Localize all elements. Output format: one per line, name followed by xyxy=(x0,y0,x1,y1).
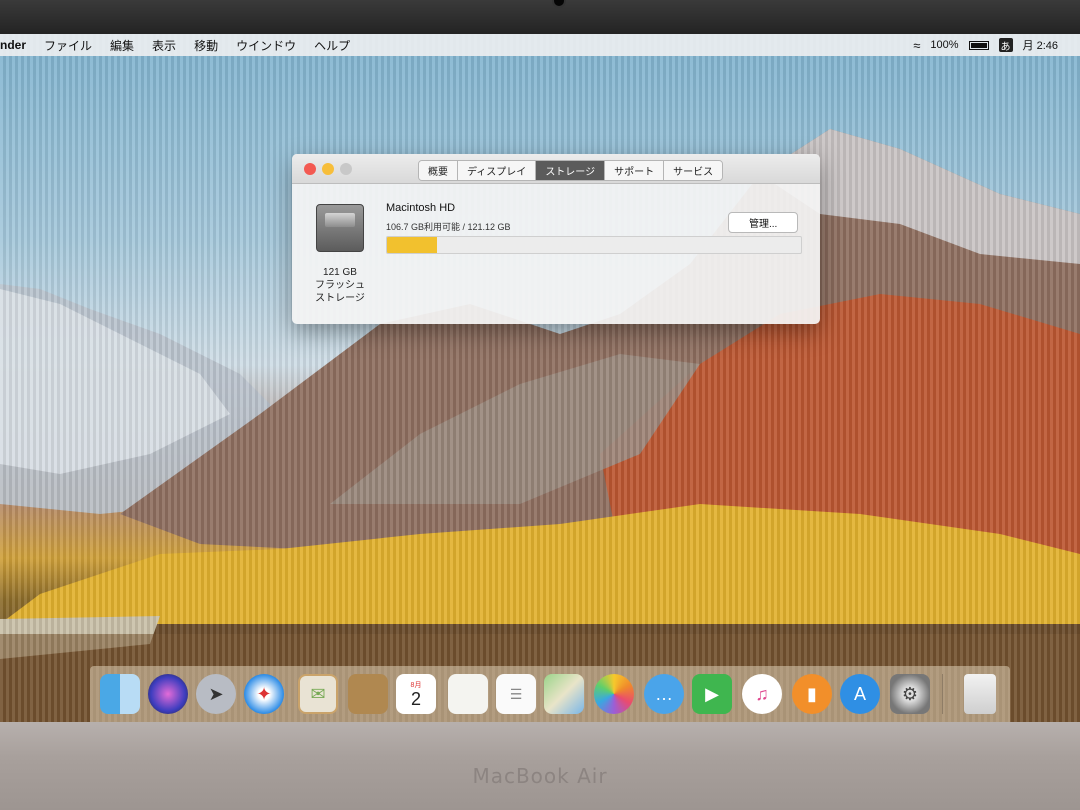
tab-service[interactable]: サービス xyxy=(664,161,723,180)
calendar-day: 2 xyxy=(410,689,421,709)
tab-storage[interactable]: ストレージ xyxy=(536,161,606,180)
maps-icon[interactable] xyxy=(544,674,584,714)
disk-capacity: 121 GB xyxy=(323,267,357,278)
mail-icon[interactable]: ✉ xyxy=(298,674,338,714)
safari-icon[interactable]: ✦ xyxy=(244,674,284,714)
dock: ➤ ✦ ✉ 8月 2 ☰ … ▶ ♫ ▮ A ⚙ xyxy=(90,666,1010,724)
dock-separator xyxy=(942,674,943,714)
disk-caption: 121 GB フラッシュ ストレージ xyxy=(298,266,382,305)
volume-usage: 106.7 GB利用可能 / 121.12 GB xyxy=(386,222,511,232)
menu-extras: ≈ 100% あ 月 2:46 xyxy=(913,37,1080,53)
about-this-mac-window: 概要 ディスプレイ ストレージ サポート サービス 121 GB フラッシュ ス… xyxy=(292,154,820,324)
finder-icon[interactable] xyxy=(100,674,140,714)
menu-view[interactable]: 表示 xyxy=(143,37,185,54)
notes-icon[interactable] xyxy=(448,674,488,714)
laptop-bezel-top xyxy=(0,0,1080,36)
minimize-button[interactable] xyxy=(322,163,334,175)
menu-file[interactable]: ファイル xyxy=(35,37,101,54)
model-label: MacBook Air xyxy=(472,764,608,788)
reminders-icon[interactable]: ☰ xyxy=(496,674,536,714)
window-titlebar[interactable]: 概要 ディスプレイ ストレージ サポート サービス xyxy=(292,154,820,184)
launchpad-icon[interactable]: ➤ xyxy=(196,674,236,714)
messages-icon[interactable]: … xyxy=(644,674,684,714)
facetime-icon[interactable]: ▶ xyxy=(692,674,732,714)
menu-window[interactable]: ウインドウ xyxy=(227,37,305,54)
disk-type-line1: フラッシュ xyxy=(315,280,365,291)
tab-bar: 概要 ディスプレイ ストレージ サポート サービス xyxy=(418,160,724,181)
tab-support[interactable]: サポート xyxy=(605,161,665,180)
zoom-button[interactable] xyxy=(340,163,352,175)
wifi-icon[interactable]: ≈ xyxy=(913,38,920,53)
close-button[interactable] xyxy=(304,163,316,175)
app-store-icon[interactable]: A xyxy=(840,674,880,714)
ibooks-icon[interactable]: ▮ xyxy=(792,674,832,714)
menu-clock[interactable]: 月 2:46 xyxy=(1023,37,1058,53)
storage-usage-bar xyxy=(386,236,802,254)
flash-storage-icon xyxy=(316,204,364,252)
desktop-screen: nder ファイル 編集 表示 移動 ウインドウ ヘルプ ≈ 100% あ 月 … xyxy=(0,34,1080,724)
siri-icon[interactable] xyxy=(148,674,188,714)
itunes-icon[interactable]: ♫ xyxy=(742,674,782,714)
battery-icon[interactable] xyxy=(968,40,989,50)
system-preferences-icon[interactable]: ⚙ xyxy=(890,674,930,714)
menu-go[interactable]: 移動 xyxy=(185,37,227,54)
photos-icon[interactable] xyxy=(594,674,634,714)
input-source-icon[interactable]: あ xyxy=(998,38,1013,53)
calendar-icon[interactable]: 8月 2 xyxy=(396,674,436,714)
menu-bar: nder ファイル 編集 表示 移動 ウインドウ ヘルプ ≈ 100% あ 月 … xyxy=(0,34,1080,56)
tab-displays[interactable]: ディスプレイ xyxy=(458,161,537,180)
menu-app-name[interactable]: nder xyxy=(0,38,35,52)
wallpaper-mountains xyxy=(0,129,1080,724)
volume-name: Macintosh HD xyxy=(386,202,456,214)
disk-type-line2: ストレージ xyxy=(315,293,365,304)
tab-overview[interactable]: 概要 xyxy=(419,161,458,180)
trash-icon[interactable] xyxy=(964,674,996,714)
manage-button[interactable]: 管理... xyxy=(728,212,799,233)
menu-help[interactable]: ヘルプ xyxy=(305,37,359,54)
contacts-icon[interactable] xyxy=(348,674,388,714)
battery-percent[interactable]: 100% xyxy=(930,39,958,51)
storage-usage-fill xyxy=(387,237,437,253)
camera xyxy=(552,0,566,8)
menu-edit[interactable]: 編集 xyxy=(101,37,143,54)
